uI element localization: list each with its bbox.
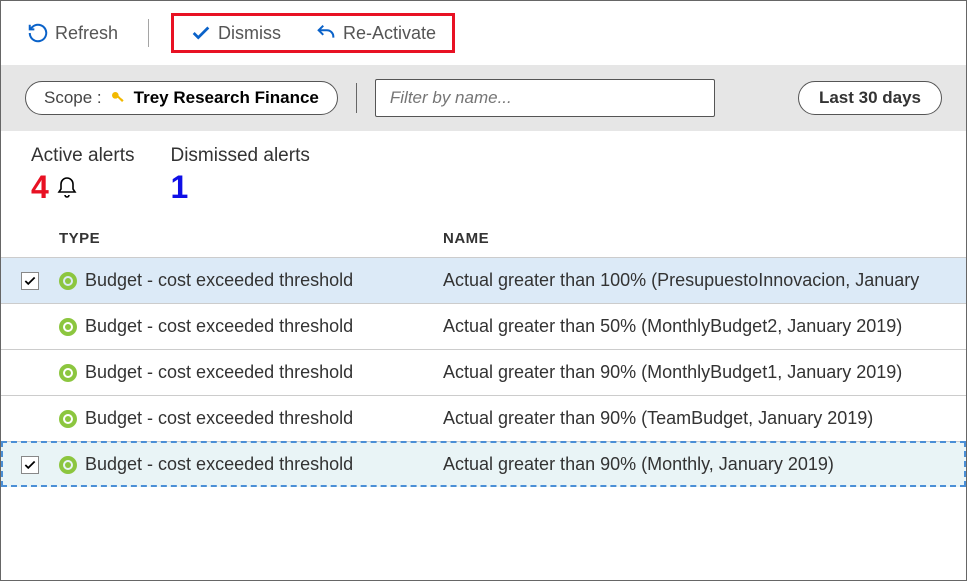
refresh-icon xyxy=(27,22,49,44)
active-alerts-count: 4 xyxy=(31,169,49,206)
filter-name-input[interactable] xyxy=(375,79,715,117)
reactivate-label: Re-Activate xyxy=(343,23,436,44)
table-row[interactable]: Budget - cost exceeded threshold Actual … xyxy=(1,303,966,349)
row-name-text: Actual greater than 90% (MonthlyBudget1,… xyxy=(443,362,946,383)
row-type-text: Budget - cost exceeded threshold xyxy=(85,408,353,429)
row-type-text: Budget - cost exceeded threshold xyxy=(85,454,353,475)
row-type-text: Budget - cost exceeded threshold xyxy=(85,270,353,291)
scope-value: Trey Research Finance xyxy=(134,88,319,108)
budget-icon xyxy=(59,364,77,382)
filter-divider xyxy=(356,83,357,113)
annotation-highlight: Dismiss Re-Activate xyxy=(171,13,455,53)
dismissed-alerts-count: 1 xyxy=(170,169,188,206)
budget-icon xyxy=(59,456,77,474)
toolbar-divider xyxy=(148,19,149,47)
scope-prefix: Scope : xyxy=(44,88,102,108)
table-row[interactable]: Budget - cost exceeded threshold Actual … xyxy=(1,441,966,487)
stats-row: Active alerts 4 Dismissed alerts 1 xyxy=(1,131,966,216)
daterange-label: Last 30 days xyxy=(819,88,921,107)
active-alerts-stat: Active alerts 4 xyxy=(31,145,134,206)
scope-selector[interactable]: Scope : Trey Research Finance xyxy=(25,81,338,115)
undo-icon xyxy=(315,22,337,44)
dismissed-alerts-label: Dismissed alerts xyxy=(170,145,309,167)
row-name-text: Actual greater than 90% (Monthly, Januar… xyxy=(443,454,946,475)
key-icon xyxy=(110,90,126,106)
budget-icon xyxy=(59,272,77,290)
column-name-header[interactable]: NAME xyxy=(443,230,946,247)
table-row[interactable]: Budget - cost exceeded threshold Actual … xyxy=(1,395,966,441)
column-type-header[interactable]: TYPE xyxy=(59,230,443,247)
bell-icon xyxy=(55,176,79,200)
row-checkbox[interactable] xyxy=(21,456,39,474)
budget-icon xyxy=(59,410,77,428)
active-alerts-label: Active alerts xyxy=(31,145,134,167)
row-checkbox[interactable] xyxy=(21,272,39,290)
row-type-text: Budget - cost exceeded threshold xyxy=(85,362,353,383)
row-name-text: Actual greater than 50% (MonthlyBudget2,… xyxy=(443,316,946,337)
filter-bar: Scope : Trey Research Finance Last 30 da… xyxy=(1,65,966,131)
toolbar: Refresh Dismiss Re-Activate xyxy=(1,1,966,65)
table-row[interactable]: Budget - cost exceeded threshold Actual … xyxy=(1,257,966,303)
table-row[interactable]: Budget - cost exceeded threshold Actual … xyxy=(1,349,966,395)
refresh-button[interactable]: Refresh xyxy=(19,18,126,48)
table-body: Budget - cost exceeded threshold Actual … xyxy=(1,257,966,487)
daterange-selector[interactable]: Last 30 days xyxy=(798,81,942,115)
refresh-label: Refresh xyxy=(55,23,118,44)
dismiss-button[interactable]: Dismiss xyxy=(182,18,289,48)
dismissed-alerts-stat: Dismissed alerts 1 xyxy=(170,145,309,206)
check-icon xyxy=(190,22,212,44)
budget-icon xyxy=(59,318,77,336)
row-type-text: Budget - cost exceeded threshold xyxy=(85,316,353,337)
row-name-text: Actual greater than 100% (PresupuestoInn… xyxy=(443,270,946,291)
reactivate-button[interactable]: Re-Activate xyxy=(307,18,444,48)
table-header: TYPE NAME xyxy=(1,216,966,257)
dismiss-label: Dismiss xyxy=(218,23,281,44)
row-name-text: Actual greater than 90% (TeamBudget, Jan… xyxy=(443,408,946,429)
